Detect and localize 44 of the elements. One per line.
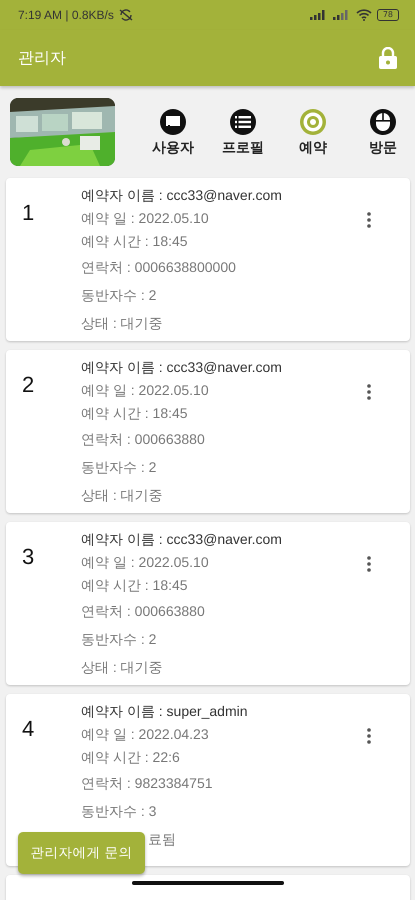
reservation-status: 상태 : 대기중 [81, 315, 163, 331]
reservation-card[interactable]: 2 예약자 이름 : ccc33@naver.com 예약 일 : 2022.05.10 예약 시간 : 18:45 연락처 : 000663880 동반자수 : 2 상태 : 대기중 [6, 350, 410, 513]
reservation-number: 4 [22, 716, 36, 742]
reservation-date: 예약 일 : 2022.05.10 [81, 382, 209, 398]
reservation-date: 예약 일 : 2022.05.10 [81, 554, 209, 570]
reservation-number: 3 [22, 544, 36, 570]
more-options-icon[interactable] [367, 556, 371, 572]
wifi-icon [356, 9, 372, 21]
tab-label[interactable]: 사용자 [152, 138, 194, 156]
more-options-icon[interactable] [367, 728, 371, 744]
contact-number: 연락처 : 000663880 [81, 431, 205, 447]
reserver-name: 예약자 이름 : ccc33@naver.com [81, 187, 282, 203]
contact-number: 연락처 : 000663880 [81, 603, 205, 619]
reservation-status: 료됨 [148, 831, 176, 847]
contact-number: 연락처 : 9823384751 [81, 775, 213, 791]
companion-count: 동반자수 : 3 [81, 803, 156, 819]
reservation-time: 예약 시간 : 22:6 [81, 749, 180, 765]
battery-indicator: 78 [376, 9, 399, 21]
more-options-icon[interactable] [367, 384, 371, 400]
reservation-card[interactable]: 3 예약자 이름 : ccc33@naver.com 예약 일 : 2022.05.10 예약 시간 : 18:45 연락처 : 000663880 동반자수 : 2 상태 : 대기중 [6, 522, 410, 685]
reservation-status: 상태 : 대기중 [81, 659, 163, 675]
reserver-name: 예약자 이름 : ccc33@naver.com [81, 359, 282, 375]
companion-count: 동반자수 : 2 [81, 287, 156, 303]
tab-label[interactable]: 방문 [369, 138, 397, 156]
reservation-status: 상태 : 대기중 [81, 487, 163, 503]
tab-label[interactable]: 예약 [299, 138, 327, 156]
reservation-time: 예약 시간 : 18:45 [81, 405, 188, 421]
status-time: 7:19 AM | 0.8KB/s [18, 8, 114, 22]
reservation-card[interactable]: 1 예약자 이름 : ccc33@naver.com 예약 일 : 2022.05.10 예약 시간 : 18:45 연락처 : 0006638800000 동반자수 : 2 상태 : 대기중 [6, 178, 410, 341]
reservation-time: 예약 시간 : 18:45 [81, 577, 188, 593]
reserver-name: 예약자 이름 : ccc33@naver.com [81, 531, 282, 547]
more-options-icon[interactable] [367, 212, 371, 228]
companion-count: 동반자수 : 2 [81, 459, 156, 475]
reserver-name: 예약자 이름 : super_admin [81, 703, 248, 719]
reservation-time: 예약 시간 : 18:45 [81, 233, 188, 249]
reservation-date: 예약 일 : 2022.05.10 [81, 210, 209, 226]
contact-number: 연락처 : 0006638800000 [81, 259, 236, 275]
sync-icon [118, 9, 133, 21]
reservation-date: 예약 일 : 2022.04.23 [81, 726, 209, 742]
reservation-number: 2 [22, 372, 36, 398]
app-title: 관리자 [18, 48, 66, 68]
tab-label[interactable]: 프로필 [222, 138, 264, 156]
reservation-number: 1 [22, 200, 36, 226]
companion-count: 동반자수 : 2 [81, 631, 156, 647]
